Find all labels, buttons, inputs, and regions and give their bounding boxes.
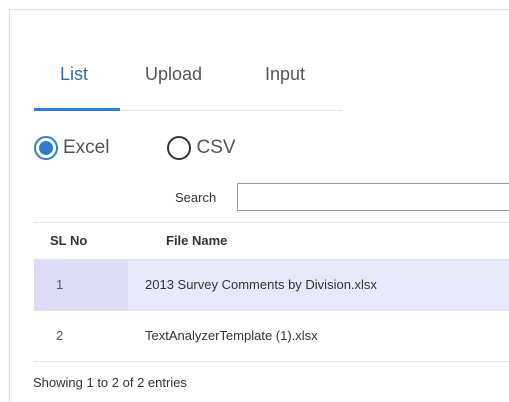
radio-unchecked-icon[interactable] [167, 136, 192, 160]
table-info-text: Showing 1 to 2 of 2 entries [33, 375, 187, 390]
radio-csv-label: CSV [196, 137, 236, 158]
radio-excel-label: Excel [63, 137, 110, 158]
tab-bar: List Upload Input [34, 58, 342, 111]
table-row[interactable]: 1 2013 Survey Comments by Division.xlsx [34, 260, 509, 311]
radio-csv[interactable]: CSV [167, 136, 236, 160]
file-type-selector: Excel CSV [34, 133, 236, 163]
tab-upload[interactable]: Upload [145, 64, 202, 99]
cell-file-name: 2013 Survey Comments by Division.xlsx [145, 277, 377, 292]
tab-list[interactable]: List [60, 64, 88, 99]
column-header-sl-no[interactable]: SL No [50, 233, 87, 248]
cell-file-name: TextAnalyzerTemplate (1).xlsx [145, 328, 318, 343]
tab-input[interactable]: Input [265, 64, 305, 99]
cell-sl-no: 2 [56, 328, 64, 343]
radio-excel[interactable]: Excel [34, 136, 109, 160]
table-row[interactable]: 2 TextAnalyzerTemplate (1).xlsx [34, 311, 509, 362]
search-label: Search [175, 190, 217, 205]
files-table: SL No File Name 1 2013 Survey Comments b… [34, 222, 509, 362]
radio-dot [39, 141, 53, 155]
radio-checked-icon[interactable] [34, 136, 58, 160]
cell-sl-no: 1 [34, 260, 128, 310]
search-input[interactable] [237, 183, 509, 211]
active-tab-indicator [34, 108, 120, 111]
table-header: SL No File Name [34, 223, 509, 260]
column-header-file-name[interactable]: File Name [166, 233, 227, 248]
